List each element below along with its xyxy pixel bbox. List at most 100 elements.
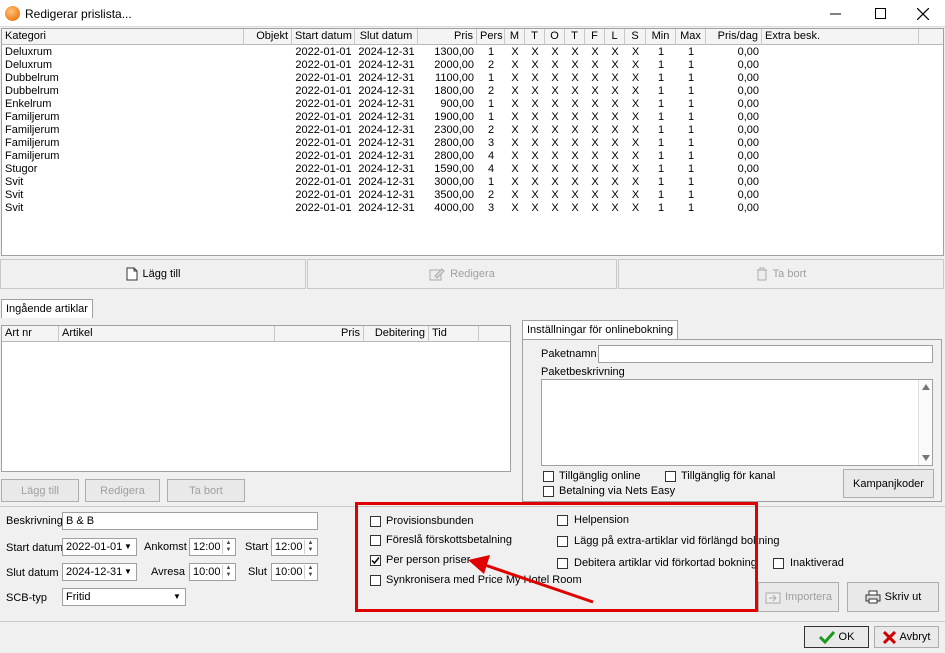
debit-articles-checkbox[interactable]: [557, 558, 568, 569]
sync-checkbox[interactable]: [370, 575, 381, 586]
new-document-icon: [126, 267, 138, 281]
table-cell: X: [531, 163, 539, 175]
campaign-codes-button[interactable]: Kampanjkoder: [843, 469, 934, 498]
grid-column-header[interactable]: Min: [646, 29, 676, 45]
table-row[interactable]: Svit 2022-01-01 2024-12-31 3500,00 2 X X X X X X X 1…: [2, 189, 943, 202]
grid-column-header[interactable]: Start datum: [292, 29, 355, 45]
start-date-picker[interactable]: 2022-01-01 ▼: [62, 538, 137, 556]
arrival-time-input[interactable]: 12:00 ▲ ▼: [189, 538, 236, 556]
grid-column-header[interactable]: Extra besk.: [762, 29, 919, 45]
grid-column-header[interactable]: Slut datum: [355, 29, 418, 45]
table-cell: [247, 111, 289, 124]
departure-time-input[interactable]: 10:00 ▲ ▼: [189, 563, 236, 581]
available-channel-checkbox[interactable]: [665, 471, 676, 482]
grid-column-header[interactable]: M: [505, 29, 525, 45]
delete-article-button[interactable]: Ta bort: [167, 479, 245, 502]
tab-online-booking[interactable]: Inställningar för onlinebokning: [522, 320, 679, 340]
grid-column-header[interactable]: Objekt: [244, 29, 292, 45]
table-cell: 0,00: [737, 189, 759, 201]
grid-column-header[interactable]: T: [565, 29, 585, 45]
prepayment-checkbox[interactable]: [370, 535, 381, 546]
add-price-label: Lägg till: [142, 268, 181, 280]
maximize-button[interactable]: [858, 0, 902, 27]
table-cell: 1: [687, 137, 695, 149]
table-cell: [247, 124, 289, 137]
sync-label: Synkronisera med Price My Hotel Room: [386, 574, 582, 586]
table-row[interactable]: Svit 2022-01-01 2024-12-31 4000,00 3 X X X X X X X 1…: [2, 202, 943, 215]
package-desc-textarea[interactable]: [541, 379, 933, 466]
arrival-spinner[interactable]: ▲ ▼: [222, 540, 234, 554]
start-spinner[interactable]: ▲ ▼: [304, 540, 316, 554]
ok-button[interactable]: OK: [804, 626, 869, 648]
chevron-down-icon[interactable]: ▼: [121, 540, 135, 554]
grid-column-header[interactable]: Max: [676, 29, 706, 45]
commission-checkbox[interactable]: [370, 516, 381, 527]
grid-column-header[interactable]: Pers: [477, 29, 505, 45]
table-row[interactable]: Familjerum 2022-01-01 2024-12-31 1900,00 1 X X…: [2, 111, 943, 124]
table-cell: X: [531, 72, 539, 84]
end-time-input[interactable]: 10:00 ▲ ▼: [271, 563, 318, 581]
start-time-input[interactable]: 12:00 ▲ ▼: [271, 538, 318, 556]
table-cell: X: [611, 189, 619, 201]
grid-column-header[interactable]: Kategori: [2, 29, 244, 45]
table-row[interactable]: Enkelrum 2022-01-01 2024-12-31 900,00 1 X X X X X…: [2, 98, 943, 111]
package-desc-label: Paketbeskrivning: [541, 366, 625, 378]
table-row[interactable]: Familjerum 2022-01-01 2024-12-31 2300,00 2 X X…: [2, 124, 943, 137]
desc-scrollbar[interactable]: [918, 380, 932, 465]
table-cell: X: [511, 46, 519, 58]
table-row[interactable]: Familjerum 2022-01-01 2024-12-31 2800,00 3 X X…: [2, 137, 943, 150]
scb-type-select[interactable]: Fritid ▼: [62, 588, 186, 606]
table-cell: 3000,00: [434, 176, 474, 188]
delete-price-button[interactable]: Ta bort: [618, 259, 944, 289]
edit-price-button[interactable]: Redigera: [307, 259, 617, 289]
table-cell: 0,00: [737, 72, 759, 84]
articles-list[interactable]: Art nr Artikel Pris Debitering Tid: [1, 325, 511, 472]
cancel-button[interactable]: Avbryt: [874, 626, 939, 648]
extra-articles-checkbox[interactable]: [557, 536, 568, 547]
table-cell: X: [511, 137, 519, 149]
grid-column-header[interactable]: F: [585, 29, 605, 45]
add-price-button[interactable]: Lägg till: [0, 259, 306, 289]
available-online-checkbox[interactable]: [543, 471, 554, 482]
package-name-input[interactable]: [598, 345, 933, 363]
table-cell: X: [531, 202, 539, 214]
grid-column-header[interactable]: O: [545, 29, 565, 45]
grid-column-header[interactable]: L: [605, 29, 625, 45]
grid-column-header[interactable]: Pris: [418, 29, 477, 45]
table-row[interactable]: Deluxrum 2022-01-01 2024-12-31 2000,00 2 X X X X…: [2, 59, 943, 72]
table-row[interactable]: Dubbelrum 2022-01-01 2024-12-31 1800,00 2 X X X…: [2, 85, 943, 98]
table-row[interactable]: Familjerum 2022-01-01 2024-12-31 2800,00 4 X X…: [2, 150, 943, 163]
per-person-checkbox[interactable]: [370, 555, 381, 566]
close-button[interactable]: [901, 0, 945, 27]
import-button[interactable]: Importera: [758, 582, 839, 612]
table-cell: [765, 150, 916, 163]
end-spinner[interactable]: ▲ ▼: [304, 565, 316, 579]
table-cell: 1: [657, 124, 665, 136]
minimize-button[interactable]: [813, 0, 857, 27]
price-grid[interactable]: Kategori Objekt Start datum Slut datum Pris P…: [1, 28, 944, 256]
chevron-down-icon[interactable]: ▼: [170, 590, 184, 604]
table-row[interactable]: Svit 2022-01-01 2024-12-31 3000,00 1 X X X X X X X 1…: [2, 176, 943, 189]
grid-column-header[interactable]: S: [625, 29, 646, 45]
inactive-checkbox[interactable]: [773, 558, 784, 569]
nets-easy-label: Betalning via Nets Easy: [559, 485, 676, 497]
nets-easy-checkbox[interactable]: [543, 486, 554, 497]
add-article-button[interactable]: Lägg till: [1, 479, 79, 502]
full-board-checkbox[interactable]: [557, 515, 568, 526]
table-row[interactable]: Stugor 2022-01-01 2024-12-31 1590,00 4 X X X X X X…: [2, 163, 943, 176]
table-cell: 2024-12-31: [358, 163, 415, 175]
table-cell: X: [511, 163, 519, 175]
departure-spinner[interactable]: ▲ ▼: [222, 565, 234, 579]
tab-articles[interactable]: Ingående artiklar: [1, 299, 93, 319]
description-input[interactable]: B & B: [62, 512, 318, 530]
print-button[interactable]: Skriv ut: [847, 582, 939, 612]
edit-article-button[interactable]: Redigera: [85, 479, 160, 502]
end-date-picker[interactable]: 2024-12-31 ▼: [62, 563, 137, 581]
table-cell: X: [511, 124, 519, 136]
table-row[interactable]: Deluxrum 2022-01-01 2024-12-31 1300,00 1 X X X X…: [2, 46, 943, 59]
grid-column-header[interactable]: T: [525, 29, 545, 45]
grid-column-header[interactable]: Pris/dag: [706, 29, 762, 45]
table-row[interactable]: Dubbelrum 2022-01-01 2024-12-31 1100,00 1 X X X…: [2, 72, 943, 85]
chevron-down-icon[interactable]: ▼: [121, 565, 135, 579]
table-cell: X: [611, 150, 619, 162]
